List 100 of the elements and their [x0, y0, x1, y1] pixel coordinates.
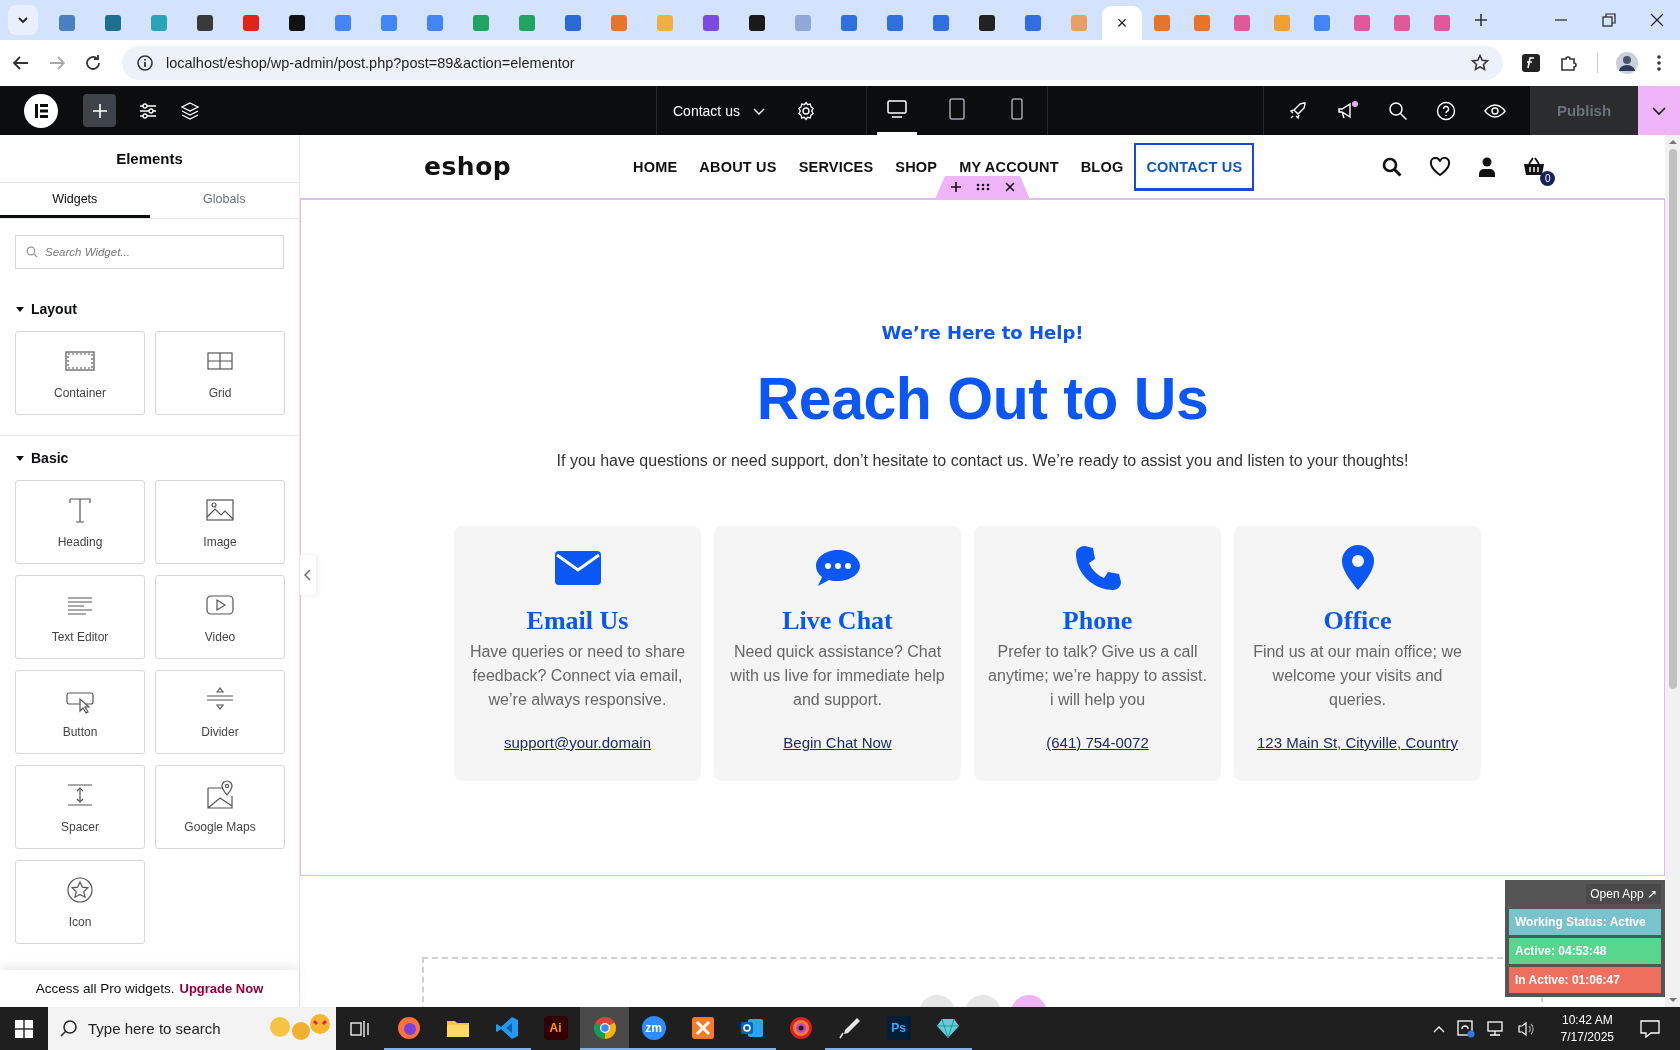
url-text: localhost/eshop/wp-admin/post.php?post=89&action=elementor: [166, 55, 576, 71]
notifications-icon[interactable]: [1640, 1019, 1660, 1038]
reload-icon[interactable]: [84, 54, 102, 72]
nav-link[interactable]: MY ACCOUNT: [948, 154, 1070, 179]
search-icon[interactable]: [1388, 100, 1408, 121]
taskbar-search-field[interactable]: Type here to search: [48, 1007, 336, 1050]
widget-label: Spacer: [61, 820, 99, 834]
basket-icon[interactable]: [1523, 156, 1546, 177]
app-tile-icon: Ai: [543, 1015, 568, 1040]
nav-link[interactable]: SERVICES: [787, 154, 885, 179]
upgrade-link[interactable]: Upgrade Now: [179, 981, 264, 996]
scroll-down-icon[interactable]: [1668, 998, 1677, 1002]
rocket-icon[interactable]: [1288, 100, 1308, 121]
search-field[interactable]: Search Widget...: [15, 235, 284, 269]
nav-link[interactable]: CONTACT US: [1134, 142, 1255, 191]
elementor-logo-icon[interactable]: [24, 93, 58, 128]
search-icon[interactable]: [1382, 156, 1403, 177]
panel-tab[interactable]: Widgets: [0, 183, 150, 218]
widget-tile[interactable]: Button: [15, 670, 145, 754]
new-tab-icon[interactable]: [1474, 13, 1488, 27]
category-title[interactable]: Layout: [31, 301, 77, 317]
emoji-icon: [268, 1013, 330, 1043]
widget-tile[interactable]: Image: [155, 480, 285, 564]
page-title[interactable]: Contact us: [673, 102, 740, 119]
card-title: Email Us: [526, 605, 629, 636]
widget-label: Grid: [208, 386, 232, 400]
chevron-up-icon[interactable]: [1432, 1024, 1445, 1033]
network-icon[interactable]: [1486, 1020, 1505, 1037]
settings-icon[interactable]: [795, 100, 816, 121]
clock-time[interactable]: 10:42 AM: [1561, 1011, 1613, 1029]
app-tile-icon: Ps: [886, 1015, 911, 1040]
volume-icon[interactable]: [1516, 1020, 1535, 1037]
site-logo[interactable]: eshop: [424, 152, 622, 181]
card-title: Live Chat: [782, 605, 893, 636]
layers-icon[interactable]: [180, 100, 200, 121]
map-icon: [205, 780, 235, 810]
category-title[interactable]: Basic: [31, 450, 69, 466]
widget-tile[interactable]: Spacer: [15, 765, 145, 849]
panel-tab[interactable]: Globals: [149, 183, 299, 218]
windows-start-icon[interactable]: [15, 1019, 33, 1038]
contact-link[interactable]: Begin Chat Now: [783, 733, 892, 751]
extension-icon[interactable]: [1521, 53, 1541, 73]
tab-search-button[interactable]: [8, 5, 38, 35]
widget-tile[interactable]: Video: [155, 575, 285, 659]
help-icon[interactable]: [1436, 100, 1456, 121]
widget-tile[interactable]: Container: [15, 331, 145, 415]
menu-icon[interactable]: [1656, 54, 1662, 72]
address-bar[interactable]: localhost/eshop/wp-admin/post.php?post=89&action=elementor: [122, 46, 1503, 80]
app-icon: [690, 1015, 715, 1040]
restore-icon[interactable]: [1602, 13, 1616, 27]
contact-link[interactable]: (641) 754-0072: [1046, 733, 1149, 751]
add-element-button[interactable]: [83, 94, 116, 127]
nav-link[interactable]: HOME: [622, 154, 689, 179]
heart-icon[interactable]: [1429, 156, 1452, 177]
card-text: Find us at our main office; we welcome your visits and queries.: [1252, 641, 1463, 710]
widget-tile[interactable]: Heading: [15, 480, 145, 564]
widget-tile[interactable]: Divider: [155, 670, 285, 754]
scrollbar[interactable]: [1665, 135, 1680, 1007]
widget-tile[interactable]: Icon: [15, 860, 145, 944]
close-icon[interactable]: [1650, 13, 1664, 27]
task-view-icon[interactable]: [350, 1019, 370, 1038]
contact-link[interactable]: 123 Main St, Cityville, Country: [1257, 733, 1458, 751]
browser-tab[interactable]: ×: [1102, 6, 1142, 40]
widget-label: Heading: [57, 535, 103, 549]
sliders-icon[interactable]: [138, 100, 158, 121]
promo-text: Access all Pro widgets.: [35, 981, 175, 996]
widget-tile[interactable]: Text Editor: [15, 575, 145, 659]
contact-link[interactable]: support@your.domain: [504, 733, 651, 751]
widget-tile[interactable]: Grid: [155, 331, 285, 415]
collapse-panel-handle[interactable]: [300, 555, 316, 595]
taskbar-app-button[interactable]: Ai: [531, 1007, 580, 1050]
back-icon[interactable]: [12, 54, 30, 72]
nav-link[interactable]: SHOP: [884, 154, 949, 179]
nav-link[interactable]: BLOG: [1069, 154, 1135, 179]
puzzle-icon[interactable]: [1559, 53, 1579, 73]
caret-icon[interactable]: [15, 304, 25, 314]
avatar-icon[interactable]: [1616, 52, 1638, 74]
widget-tile[interactable]: Google Maps: [155, 765, 285, 849]
caret-icon[interactable]: [15, 453, 25, 463]
info-icon[interactable]: [136, 54, 154, 72]
user-icon[interactable]: [1478, 156, 1497, 177]
bookmark-star-icon[interactable]: [1471, 54, 1489, 72]
round-browser-icon: [592, 1015, 617, 1040]
card-title: Phone: [1062, 605, 1133, 636]
status-row: Working Status: Active: [1509, 909, 1661, 935]
taskbar-app-button[interactable]: Ps: [874, 1007, 923, 1050]
scrollbar-thumb[interactable]: [1668, 149, 1677, 689]
close-tab-button[interactable]: ×: [1116, 14, 1128, 32]
plus-icon[interactable]: [950, 182, 961, 192]
browser-icon: [396, 1015, 421, 1040]
clock-date[interactable]: 7/17/2025: [1560, 1028, 1614, 1046]
sync-app-icon[interactable]: [1456, 1019, 1475, 1038]
close-icon[interactable]: [1004, 182, 1015, 192]
plus-icon: [91, 102, 108, 119]
open-app-link[interactable]: Open App ↗: [1586, 884, 1661, 904]
drag-handle-icon[interactable]: [975, 183, 990, 191]
mobile-icon: [1010, 98, 1024, 120]
scroll-up-icon[interactable]: [1668, 140, 1677, 144]
nav-link[interactable]: ABOUT US: [688, 154, 788, 179]
card-title: Office: [1323, 605, 1392, 636]
